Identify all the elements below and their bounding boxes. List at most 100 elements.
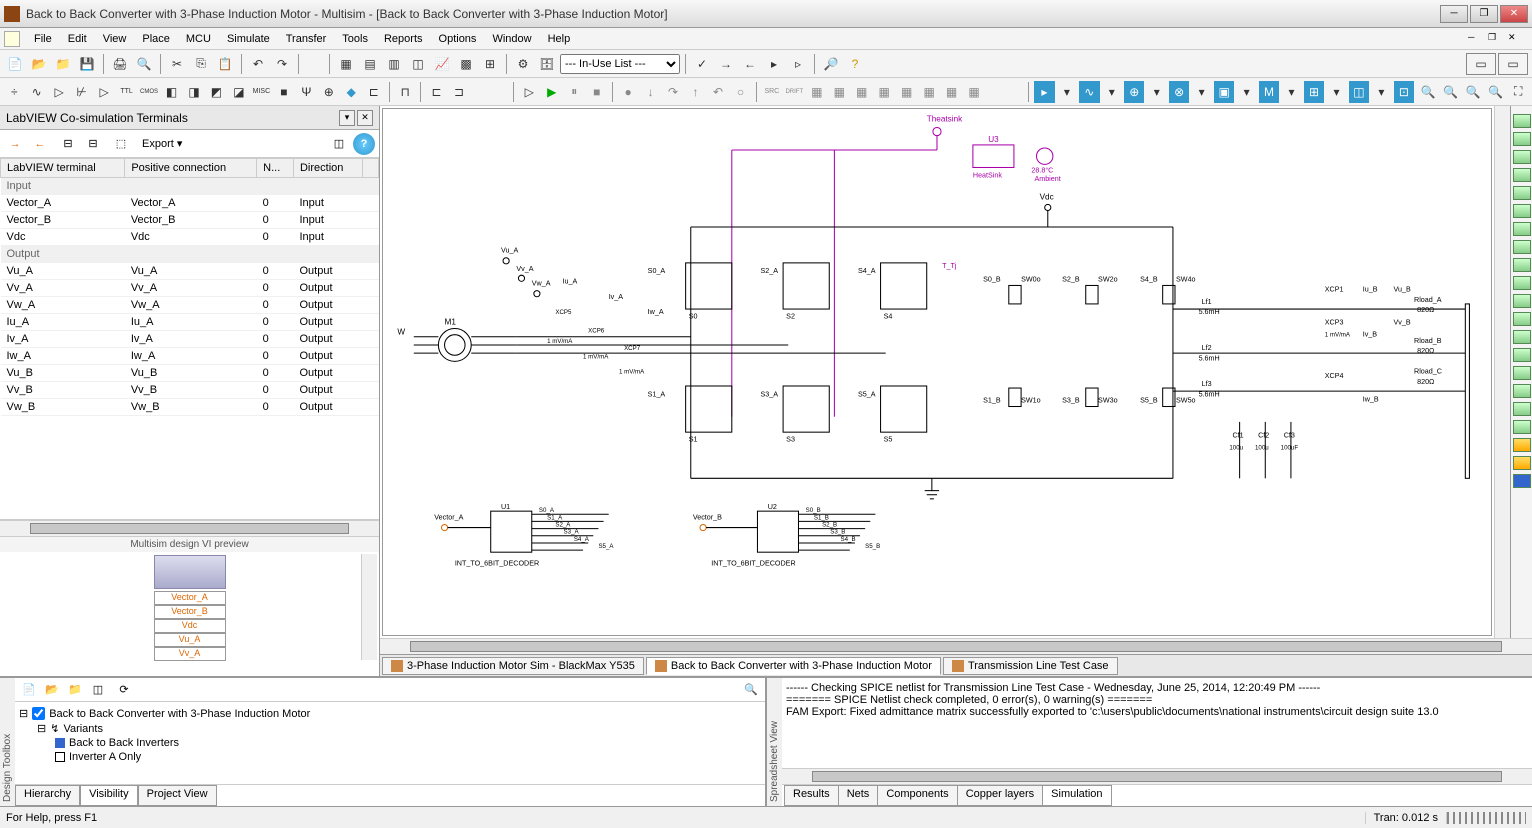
probe-misc-icon[interactable]: ◫	[1349, 81, 1369, 103]
panel-close-button[interactable]: ✕	[357, 110, 373, 126]
instrument-iv-icon[interactable]	[1513, 294, 1531, 308]
back-annotate-icon[interactable]: ←	[739, 53, 761, 75]
probe-settings-icon[interactable]: ●	[618, 81, 638, 103]
tree-new-icon[interactable]: 📄	[19, 680, 39, 700]
table-row[interactable]: Vu_BVu_B0Output	[1, 365, 379, 382]
save-icon[interactable]: 💾	[76, 53, 98, 75]
redo-icon[interactable]: ↷	[271, 53, 293, 75]
forward-annotate-icon[interactable]: →	[715, 53, 737, 75]
canvas-tab-2[interactable]: Transmission Line Test Case	[943, 657, 1118, 675]
probe-dropdown-8-icon[interactable]: ▾	[1371, 81, 1391, 103]
instrument-multimeter-icon[interactable]	[1513, 114, 1531, 128]
database-manager-icon[interactable]: ◫	[407, 53, 429, 75]
design-toolbox-label[interactable]: Design Toolbox	[0, 678, 15, 806]
spreadsheet-view-label[interactable]: Spreadsheet View	[767, 678, 782, 806]
place-hierarchical-icon[interactable]: ⊏	[426, 81, 446, 103]
place-mixed-icon[interactable]: ◪	[229, 81, 249, 103]
maximize-button[interactable]: ❐	[1470, 5, 1498, 23]
menu-simulate[interactable]: Simulate	[219, 31, 278, 47]
doc-restore-button[interactable]: ❐	[1488, 32, 1508, 46]
menu-view[interactable]: View	[95, 31, 135, 47]
add-input-icon[interactable]: →	[4, 133, 26, 155]
canvas-tab-0[interactable]: 3-Phase Induction Motor Sim - BlackMax Y…	[382, 657, 644, 675]
instrument-wordgen-icon[interactable]	[1513, 240, 1531, 254]
interactive-sim-icon[interactable]: ▷	[519, 81, 539, 103]
tree-variant-0[interactable]: Back to Back Inverters	[19, 736, 761, 750]
probe-dropdown-7-icon[interactable]: ▾	[1326, 81, 1346, 103]
table-row[interactable]: Vector_AVector_A0Input	[1, 195, 379, 212]
open-file-icon[interactable]: 📂	[28, 53, 50, 75]
probe-power-icon[interactable]: ▣	[1214, 81, 1234, 103]
output-tab-components[interactable]: Components	[877, 785, 957, 806]
place-bus-icon[interactable]: ⊓	[395, 81, 415, 103]
export-icon[interactable]: ▹	[787, 53, 809, 75]
place-ttl-icon[interactable]: TTL	[116, 81, 136, 103]
menu-mcu[interactable]: MCU	[178, 31, 219, 47]
menu-edit[interactable]: Edit	[60, 31, 95, 47]
grapher-icon[interactable]: 📈	[431, 53, 453, 75]
doc-close-button[interactable]: ✕	[1508, 32, 1528, 46]
cut-icon[interactable]: ✂	[166, 53, 188, 75]
component-wizard-icon[interactable]: ⚙	[512, 53, 534, 75]
table-row[interactable]: Vv_AVv_A0Output	[1, 280, 379, 297]
step-into-icon[interactable]: ↓	[640, 81, 660, 103]
table-row[interactable]: Vector_BVector_B0Input	[1, 212, 379, 229]
output-tab-results[interactable]: Results	[784, 785, 839, 806]
ic7-icon[interactable]: ▦	[941, 81, 961, 103]
undo-icon[interactable]: ↶	[247, 53, 269, 75]
help-icon[interactable]: ?	[844, 53, 866, 75]
preview-scrollbar[interactable]	[361, 554, 377, 660]
open-design-icon[interactable]: 📁	[52, 53, 74, 75]
instrument-agilent-osc-icon[interactable]	[1513, 402, 1531, 416]
ic6-icon[interactable]: ▦	[919, 81, 939, 103]
in-use-list-dropdown[interactable]: --- In-Use List ---	[560, 54, 680, 74]
probe-settings-2-icon[interactable]: ⊡	[1394, 81, 1414, 103]
step-back-icon[interactable]: ↶	[708, 81, 728, 103]
ic8-icon[interactable]: ▦	[964, 81, 984, 103]
probe-dropdown-2-icon[interactable]: ▾	[1102, 81, 1122, 103]
instrument-agilent-fg-icon[interactable]	[1513, 366, 1531, 380]
probe-dropdown-6-icon[interactable]: ▾	[1281, 81, 1301, 103]
place-ni-icon[interactable]: ◆	[341, 81, 361, 103]
instrument-tek-osc-icon[interactable]	[1513, 420, 1531, 434]
ic5-icon[interactable]: ▦	[896, 81, 916, 103]
print-preview-icon[interactable]: 🔍	[133, 53, 155, 75]
place-analog-icon[interactable]: ▷	[94, 81, 114, 103]
instrument-distortion-icon[interactable]	[1513, 312, 1531, 326]
col-direction[interactable]: Direction	[293, 159, 362, 178]
output-tab-nets[interactable]: Nets	[838, 785, 879, 806]
output-scrollbar[interactable]	[782, 768, 1532, 784]
breakpoint-icon[interactable]: ○	[730, 81, 750, 103]
output-tab-simulation[interactable]: Simulation	[1042, 785, 1111, 806]
tree-tab-visibility[interactable]: Visibility	[80, 785, 138, 806]
table-row[interactable]: Iv_AIv_A0Output	[1, 331, 379, 348]
panel-scrollbar[interactable]	[0, 520, 379, 536]
ic4-icon[interactable]: ▦	[874, 81, 894, 103]
step-over-icon[interactable]: ↷	[663, 81, 683, 103]
menu-help[interactable]: Help	[540, 31, 579, 47]
instrument-scope-icon[interactable]	[1513, 168, 1531, 182]
menu-options[interactable]: Options	[431, 31, 485, 47]
probe-diff-icon[interactable]: ⊕	[1124, 81, 1144, 103]
menu-transfer[interactable]: Transfer	[278, 31, 335, 47]
tree-save-icon[interactable]: 📁	[65, 680, 85, 700]
schematic-viewport[interactable]: Theatsink U3 HeatSink 28.8°C Ambient Vdc	[382, 108, 1492, 636]
tree-root[interactable]: ⊟Back to Back Converter with 3-Phase Ind…	[19, 706, 761, 721]
place-power-icon[interactable]: ■	[274, 81, 294, 103]
place-basic-icon[interactable]: ∿	[26, 81, 46, 103]
col-n[interactable]: N...	[257, 159, 294, 178]
toggle-netlist-icon[interactable]: ▥	[383, 53, 405, 75]
panel-dropdown-button[interactable]: ▾	[339, 110, 355, 126]
output-tab-copper[interactable]: Copper layers	[957, 785, 1043, 806]
toggle-spreadsheet-icon[interactable]: ▤	[359, 53, 381, 75]
menu-reports[interactable]: Reports	[376, 31, 431, 47]
canvas-hscroll[interactable]	[380, 638, 1532, 654]
step-out-icon[interactable]: ↑	[685, 81, 705, 103]
tree-refresh-icon[interactable]: ⟳	[114, 680, 134, 700]
tree-variant-1[interactable]: Inverter A Only	[19, 750, 761, 764]
tree-close-icon[interactable]: ◫	[88, 680, 108, 700]
instrument-1-icon[interactable]: ▭	[1466, 53, 1496, 75]
menu-file[interactable]: File	[26, 31, 60, 47]
breadboard-icon[interactable]: ⊞	[479, 53, 501, 75]
probe-dropdown-3-icon[interactable]: ▾	[1146, 81, 1166, 103]
